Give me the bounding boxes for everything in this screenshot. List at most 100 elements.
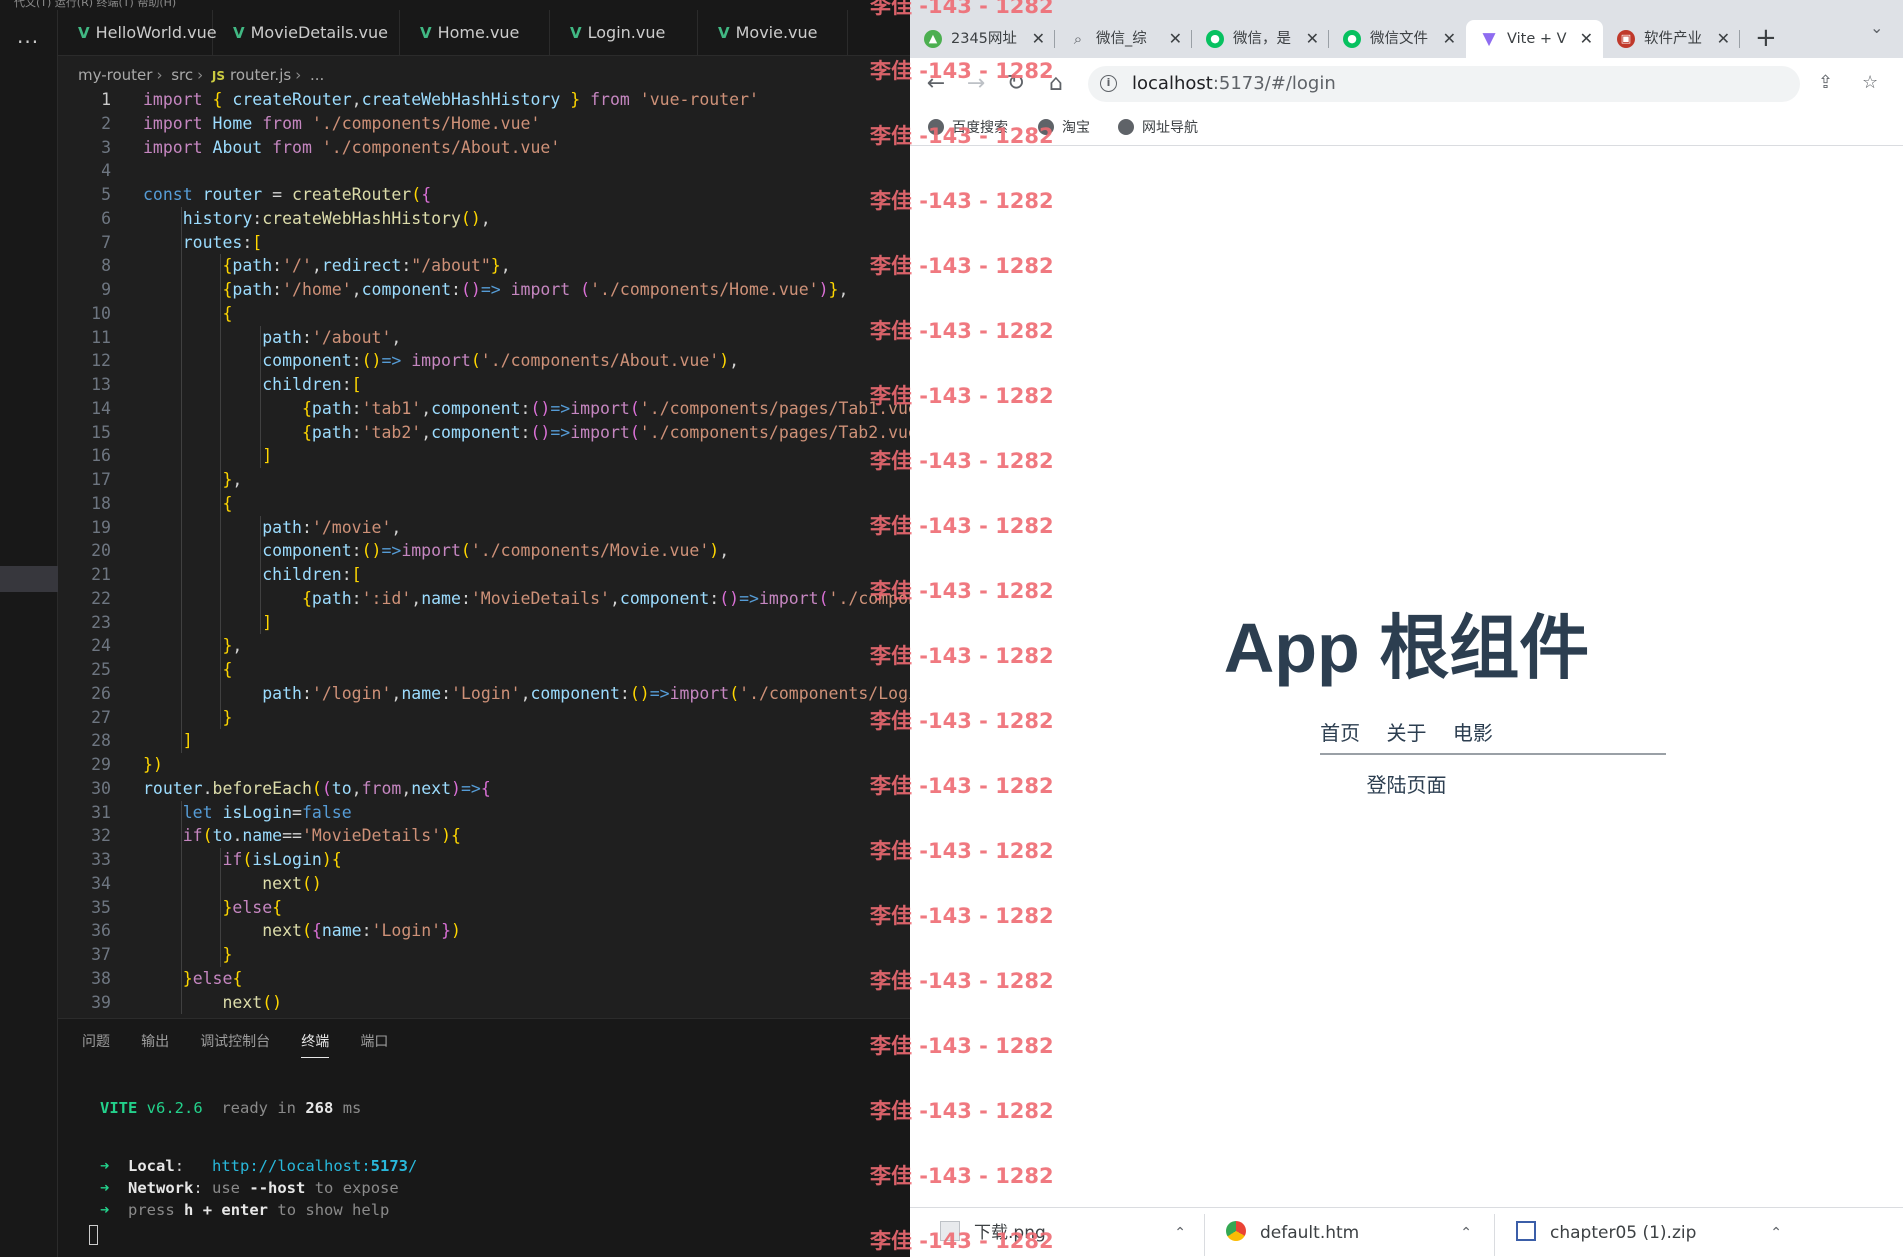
breadcrumb-more[interactable]: ... bbox=[310, 66, 324, 84]
new-tab-button[interactable]: + bbox=[1755, 23, 1777, 53]
more-icon[interactable]: ··· bbox=[17, 30, 39, 54]
code-line[interactable]: 13 children:[ bbox=[58, 373, 910, 397]
download-item[interactable]: default.htm ⌃ bbox=[1226, 1208, 1496, 1257]
code-line[interactable]: 8 {path:'/',redirect:"/about"}, bbox=[58, 254, 910, 278]
browser-tab[interactable]: ▣ 软件产业 ✕ bbox=[1603, 20, 1740, 58]
code-line[interactable]: 34 next() bbox=[58, 872, 910, 896]
close-icon[interactable]: ✕ bbox=[1443, 20, 1456, 58]
code-line[interactable]: 10 { bbox=[58, 302, 910, 326]
code-line[interactable]: 1 import { createRouter,createWebHashHist… bbox=[58, 88, 910, 112]
code-line[interactable]: 32 if(to.name=='MovieDetails'){ bbox=[58, 824, 910, 848]
code-line[interactable]: 19 path:'/movie', bbox=[58, 516, 910, 540]
download-item[interactable]: 下载.png ⌃ bbox=[940, 1208, 1210, 1257]
tab-moviedetails[interactable]: V MovieDetails.vue bbox=[213, 10, 400, 55]
close-icon[interactable]: ✕ bbox=[1169, 20, 1182, 58]
download-item[interactable]: chapter05 (1).zip ⌃ bbox=[1516, 1208, 1796, 1257]
code-line[interactable]: 27 } bbox=[58, 706, 910, 730]
nav-link-about[interactable]: 关于 bbox=[1387, 721, 1427, 745]
code-line[interactable]: 18 { bbox=[58, 492, 910, 516]
code-line[interactable]: 3 import About from './components/About.v… bbox=[58, 136, 910, 160]
code-line[interactable]: 9 {path:'/home',component:()=> import ('… bbox=[58, 278, 910, 302]
activity-selection bbox=[0, 566, 58, 592]
nav-link-movie[interactable]: 电影 bbox=[1453, 721, 1493, 745]
code-line[interactable]: 33 if(isLogin){ bbox=[58, 848, 910, 872]
browser-tab-label: 微信文件 bbox=[1370, 31, 1428, 47]
code-line[interactable]: 14 {path:'tab1',component:()=>import('./… bbox=[58, 397, 910, 421]
tab-movie[interactable]: V Movie.vue bbox=[698, 10, 848, 55]
code-line[interactable]: 4 bbox=[58, 159, 910, 183]
close-icon[interactable]: ✕ bbox=[1717, 20, 1730, 58]
bookmark-item[interactable]: 百度搜索 bbox=[928, 110, 1008, 146]
code-line[interactable]: 6 history:createWebHashHistory(), bbox=[58, 207, 910, 231]
code-line[interactable]: 29}) bbox=[58, 753, 910, 777]
archive-file-icon bbox=[1516, 1221, 1536, 1241]
code-editor[interactable]: 1 import { createRouter,createWebHashHist… bbox=[58, 88, 910, 1018]
bookmark-item[interactable]: 网址导航 bbox=[1118, 110, 1198, 146]
panel-tab-output[interactable]: 输出 bbox=[141, 1031, 169, 1057]
tab-home[interactable]: V Home.vue bbox=[400, 10, 550, 55]
close-icon[interactable]: ✕ bbox=[1032, 20, 1045, 58]
breadcrumb-file[interactable]: router.js bbox=[230, 66, 291, 84]
nav-link-home[interactable]: 首页 bbox=[1320, 721, 1360, 745]
code-line[interactable]: 24 }, bbox=[58, 634, 910, 658]
code-line[interactable]: 31 let isLogin=false bbox=[58, 801, 910, 825]
share-icon[interactable]: ⇪ bbox=[1818, 72, 1833, 93]
back-icon[interactable]: ← bbox=[922, 70, 950, 98]
tab-login[interactable]: V Login.vue bbox=[550, 10, 698, 55]
terminal-line-vite: VITE v6.2.6 ready in 268 ms bbox=[100, 1097, 417, 1119]
chevron-down-icon[interactable]: ⌄ bbox=[1870, 18, 1883, 37]
terminal-prompt[interactable] bbox=[87, 1223, 404, 1245]
panel-tab-terminal[interactable]: 终端 bbox=[301, 1031, 330, 1058]
code-line[interactable]: 37 } bbox=[58, 943, 910, 967]
code-line[interactable]: 20 component:()=>import('./components/Mo… bbox=[58, 539, 910, 563]
chevron-up-icon[interactable]: ⌃ bbox=[1770, 1208, 1782, 1257]
code-line[interactable]: 12 component:()=> import('./components/A… bbox=[58, 349, 910, 373]
code-line[interactable]: 26 path:'/login',name:'Login',component:… bbox=[58, 682, 910, 706]
breadcrumb-folder[interactable]: src bbox=[171, 66, 193, 84]
reload-icon[interactable]: ↻ bbox=[1002, 70, 1030, 98]
address-bar[interactable]: i localhost:5173/#/login bbox=[1088, 66, 1800, 102]
bookmark-item[interactable]: 淘宝 bbox=[1038, 110, 1090, 146]
browser-tab[interactable]: ● 微信，是 ✕ bbox=[1192, 20, 1329, 58]
star-icon[interactable]: ☆ bbox=[1862, 72, 1878, 93]
code-line[interactable]: 5 const router = createRouter({ bbox=[58, 183, 910, 207]
panel-tab-problems[interactable]: 问题 bbox=[82, 1031, 110, 1057]
code-line[interactable]: 7 routes:[ bbox=[58, 231, 910, 255]
menu-bar[interactable]: 代文(T) 运行(R) 终端(T) 帮助(H) bbox=[0, 0, 910, 10]
code-line[interactable]: 38 }else{ bbox=[58, 967, 910, 991]
browser-tab[interactable]: ▲ 2345网址 ✕ bbox=[910, 20, 1055, 58]
code-line[interactable]: 35 }else{ bbox=[58, 896, 910, 920]
code-line[interactable]: 36 next({name:'Login'}) bbox=[58, 919, 910, 943]
code-line[interactable]: 30 router.beforeEach((to,from,next)=>{ bbox=[58, 777, 910, 801]
panel-tab-debug-console[interactable]: 调试控制台 bbox=[200, 1031, 270, 1057]
code-line[interactable]: 23 ] bbox=[58, 611, 910, 635]
address-url[interactable]: localhost:5173/#/login bbox=[1132, 66, 1336, 102]
tab-helloworld[interactable]: V HelloWorld.vue bbox=[58, 10, 217, 55]
code-text: path:'/about', bbox=[262, 327, 402, 347]
chevron-up-icon[interactable]: ⌃ bbox=[1460, 1208, 1472, 1257]
code-line[interactable]: 11 path:'/about', bbox=[58, 326, 910, 350]
code-line[interactable]: 17 }, bbox=[58, 468, 910, 492]
code-line[interactable]: 16 ] bbox=[58, 444, 910, 468]
code-text: path:'/movie', bbox=[262, 517, 402, 537]
browser-tab[interactable]: ● 微信文件 ✕ bbox=[1329, 20, 1466, 58]
code-line[interactable]: 22 {path:':id',name:'MovieDetails',compo… bbox=[58, 587, 910, 611]
chevron-up-icon[interactable]: ⌃ bbox=[1174, 1208, 1186, 1257]
panel-tab-ports[interactable]: 端口 bbox=[360, 1031, 388, 1057]
code-line[interactable]: 21 children:[ bbox=[58, 563, 910, 587]
local-url[interactable]: http://localhost:5173/ bbox=[212, 1157, 417, 1175]
code-line[interactable]: 28 ] bbox=[58, 729, 910, 753]
code-line[interactable]: 25 { bbox=[58, 658, 910, 682]
code-line[interactable]: 2 import Home from './components/Home.vue… bbox=[58, 112, 910, 136]
breadcrumb-project[interactable]: my-router bbox=[78, 66, 152, 84]
site-info-icon[interactable]: i bbox=[1100, 75, 1117, 92]
browser-tab[interactable]: ⌕ 微信_综 ✕ bbox=[1055, 20, 1192, 58]
browser-tab-active[interactable]: ▼ Vite + V ✕ bbox=[1466, 20, 1603, 58]
forward-icon[interactable]: → bbox=[962, 70, 990, 98]
home-icon[interactable]: ⌂ bbox=[1042, 70, 1070, 98]
terminal-output[interactable]: VITE v6.2.6 ready in 268 ms ➜ Local: htt… bbox=[89, 1097, 417, 1245]
close-icon[interactable]: ✕ bbox=[1306, 20, 1319, 58]
code-line[interactable]: 15 {path:'tab2',component:()=>import('./… bbox=[58, 421, 910, 445]
close-icon[interactable]: ✕ bbox=[1580, 20, 1593, 58]
code-line[interactable]: 39 next() bbox=[58, 991, 910, 1015]
